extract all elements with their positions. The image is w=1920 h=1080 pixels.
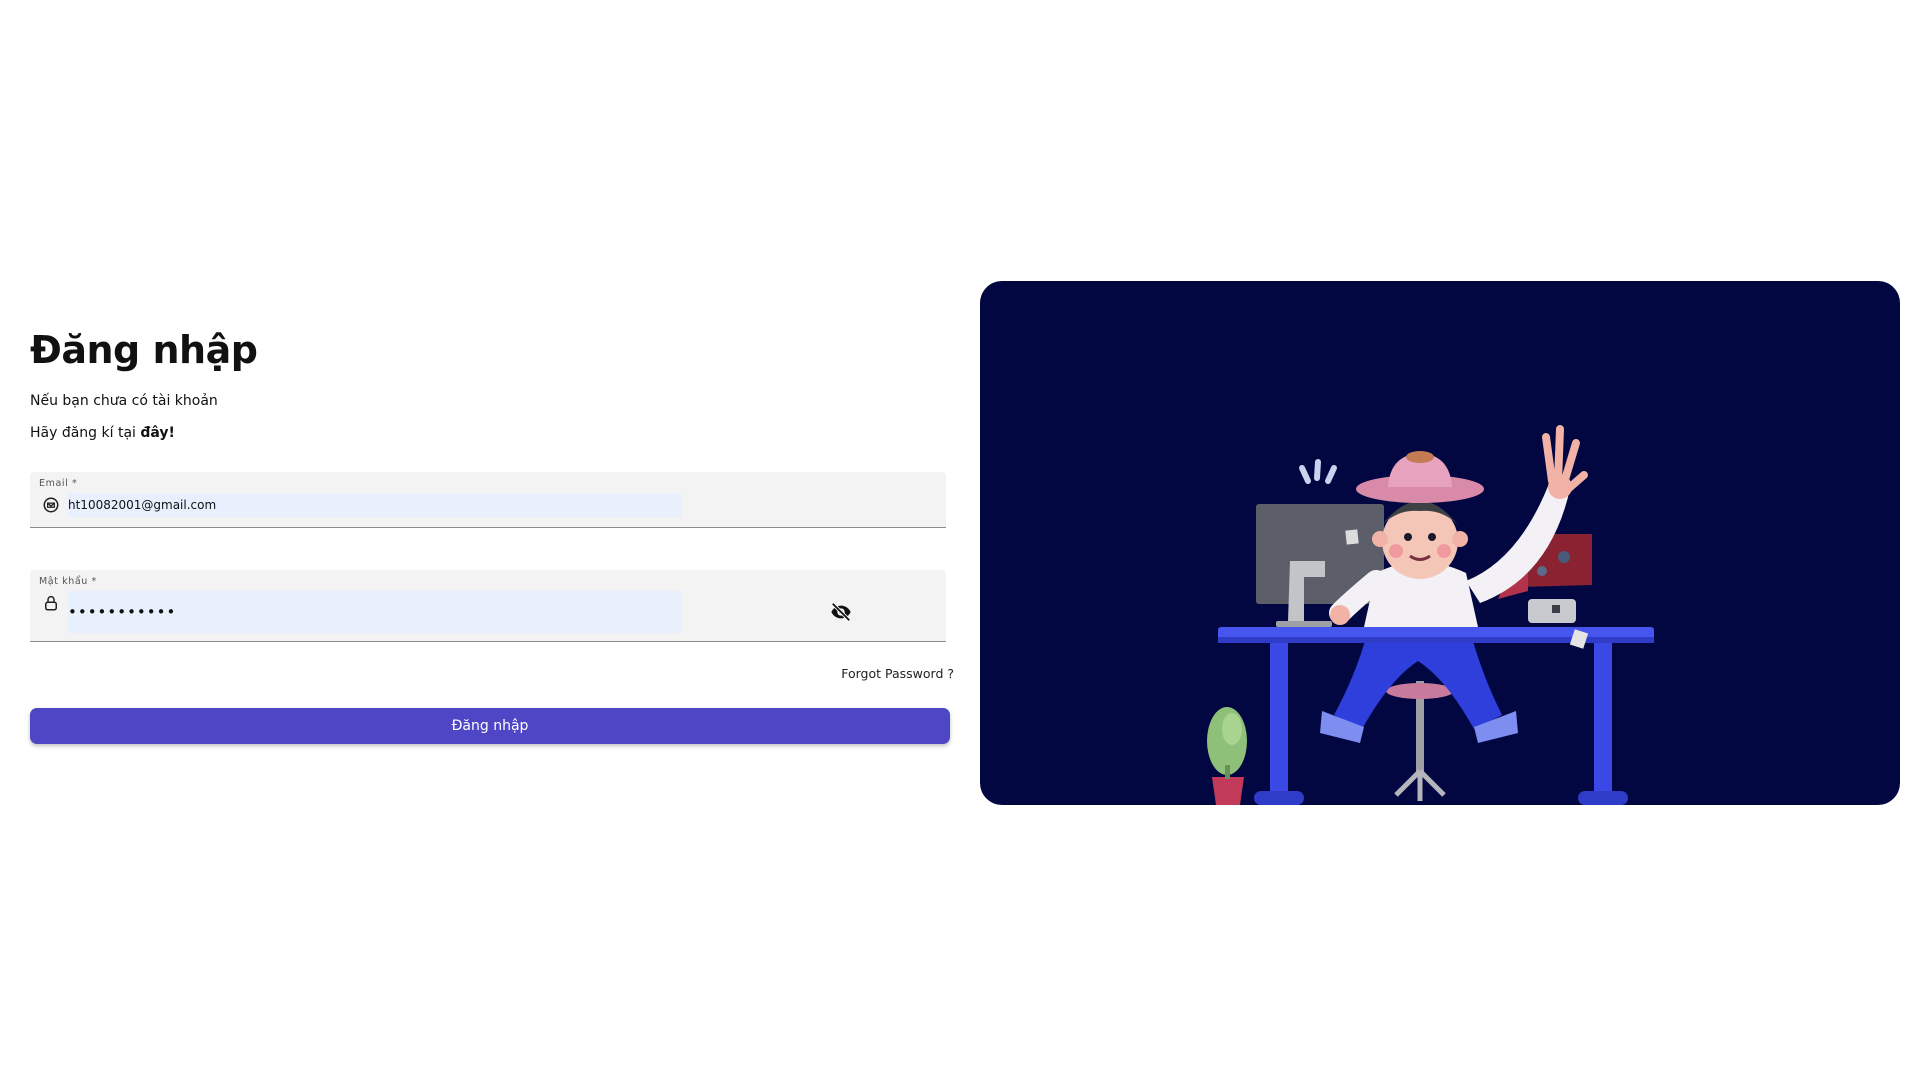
login-button[interactable]: Đăng nhập (30, 708, 950, 744)
password-field[interactable]: Mật khẩu * (30, 570, 946, 642)
email-field[interactable]: Email * (30, 472, 946, 528)
illustration-panel (980, 281, 1900, 805)
mail-icon (43, 497, 59, 513)
register-prompt-text: Hãy đăng kí tại (30, 425, 141, 441)
forgot-password-link[interactable]: Forgot Password ? (841, 666, 954, 681)
eye-off-icon[interactable] (829, 601, 853, 623)
email-label: Email * (39, 478, 78, 489)
password-input[interactable] (68, 591, 682, 633)
character-desk-illustration (1207, 425, 1654, 805)
register-hint: Nếu bạn chưa có tài khoản (30, 393, 218, 409)
register-link[interactable]: đây! (140, 425, 175, 441)
register-prompt: Hãy đăng kí tại đây! (30, 424, 175, 442)
email-input[interactable] (68, 493, 682, 517)
password-label: Mật khẩu * (39, 576, 97, 587)
lock-icon (45, 595, 57, 611)
page-title: Đăng nhập (30, 328, 258, 372)
login-page: Đăng nhập Nếu bạn chưa có tài khoản Hãy … (0, 0, 1920, 1080)
